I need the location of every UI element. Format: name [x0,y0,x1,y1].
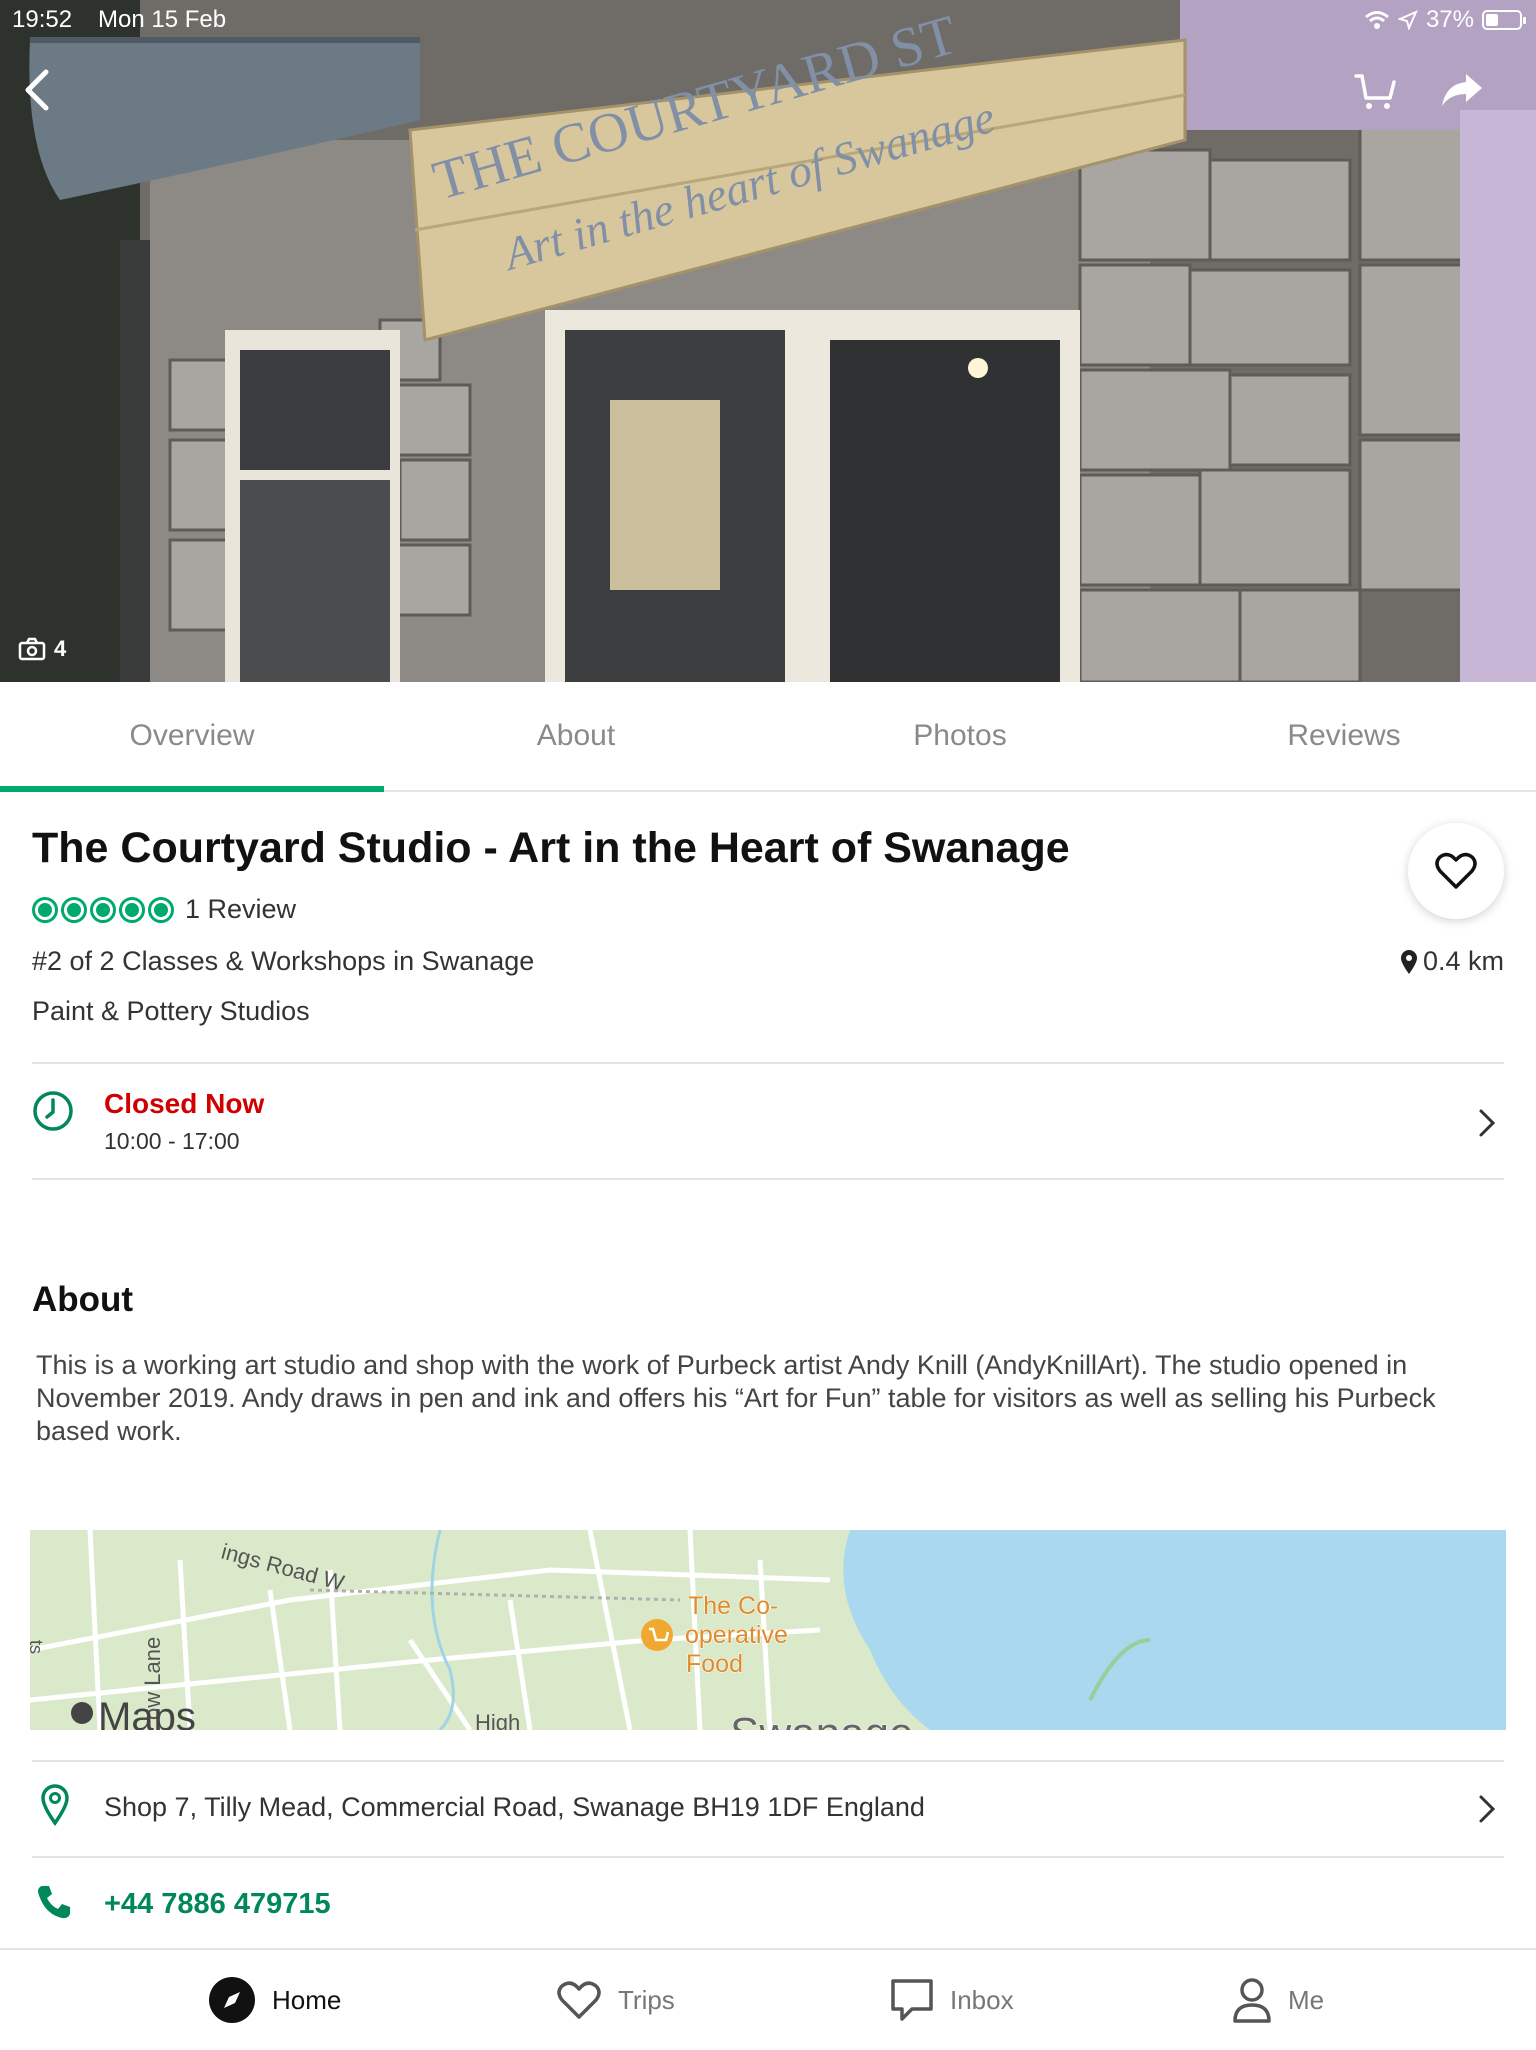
hours-range: 10:00 - 17:00 [104,1128,240,1154]
tab-reviews[interactable]: Reviews [1152,682,1536,790]
nav-inbox[interactable]: Inbox [890,1950,1014,2050]
heart-icon [1435,852,1477,889]
inbox-icon [891,1979,933,2021]
back-button[interactable] [20,68,52,117]
map-image: ings Road W ow Lane High ts The Co- oper… [30,1530,1506,1730]
hero-photo[interactable]: THE COURTYARD ST Art in the heart of Swa… [0,0,1536,682]
map-road-label: ts [30,1640,46,1654]
divider [32,1178,1504,1180]
map-poi-label: The Co- [688,1592,778,1620]
map-road-label: High [475,1710,520,1730]
listing-title: The Courtyard Studio - Art in the Heart … [32,824,1070,872]
phone-number[interactable]: +44 7886 479715 [104,1888,331,1921]
map-poi-label: Food [686,1650,743,1678]
rating-bubble [32,896,58,923]
rating-bubble [119,896,145,923]
distance-value: 0.4 km [1422,946,1504,976]
nav-home-label: Home [272,1984,342,2015]
bottom-navigation: Home Trips Inbox Me [0,1948,1536,2050]
ranking-text: #2 of 2 Classes & Workshops in Swanage [32,946,535,976]
nav-inbox-label: Inbox [950,1984,1014,2015]
photo-count[interactable]: 4 [18,636,66,662]
share-icon [1442,74,1482,106]
clock-icon [33,1091,73,1131]
rating-bubble [148,896,174,923]
subcategory: Paint & Pottery Studios [32,996,310,1026]
hours-row[interactable]: Closed Now 10:00 - 17:00 [32,1064,1504,1180]
cart-icon [1354,74,1396,109]
chevron-right-icon [1479,1795,1496,1823]
cart-button[interactable] [1354,72,1396,117]
map-town-label: Swanage [730,1709,913,1730]
compass-icon [209,1977,255,2023]
pin-icon [1400,949,1417,974]
location-pin-icon [41,1784,69,1826]
back-icon [25,69,49,111]
tab-overview[interactable]: Overview [0,682,384,792]
nav-trips[interactable]: Trips [556,1950,675,2050]
nav-me-label: Me [1288,1984,1325,2015]
person-icon [1233,1978,1271,2023]
tab-about[interactable]: About [384,682,768,790]
address-row[interactable]: Shop 7, Tilly Mead, Commercial Road, Swa… [32,1762,1504,1856]
status-date: Mon 15 Feb [98,6,227,33]
distance: 0.4 km [1399,946,1504,977]
battery-percent: 37% [1425,6,1474,33]
heart-icon [557,1981,601,2019]
about-text: This is a working art studio and shop wi… [36,1350,1436,1446]
status-right: 37% [1364,6,1526,34]
address-text: Shop 7, Tilly Mead, Commercial Road, Swa… [104,1792,925,1822]
nav-trips-label: Trips [618,1984,675,2015]
save-button[interactable] [1408,823,1504,919]
status-time: 19:52 [12,6,73,33]
rating[interactable]: 1 Review [32,894,296,925]
battery-icon [1482,10,1526,30]
about-heading: About [32,1280,134,1319]
rating-bubble [90,896,116,923]
section-tabs: Overview About Photos Reviews [0,682,1536,792]
location-arrow-icon [1397,10,1418,30]
rating-bubble [61,896,87,923]
review-count[interactable]: 1 Review [185,894,296,925]
photo-count-value: 4 [54,636,67,661]
map-poi-label: operative [685,1621,788,1649]
wifi-icon [1365,11,1389,29]
camera-icon [18,637,46,661]
tab-photos[interactable]: Photos [768,682,1152,790]
nav-home[interactable]: Home [208,1950,341,2050]
nav-me[interactable]: Me [1232,1950,1324,2050]
battery-fill [1486,14,1498,26]
open-status: Closed Now [104,1088,265,1119]
status-bar: 19:52 Mon 15 Feb 37% [0,0,1536,40]
map-preview[interactable]: ings Road W ow Lane High ts The Co- oper… [30,1530,1506,1730]
phone-icon [38,1886,70,1919]
phone-row[interactable]: +44 7886 479715 [32,1858,1504,1952]
maps-logo: Maps [98,1695,196,1730]
storefront-photo: THE COURTYARD ST Art in the heart of Swa… [0,0,1536,682]
chevron-right-icon [1479,1109,1496,1137]
share-button[interactable] [1440,72,1484,113]
